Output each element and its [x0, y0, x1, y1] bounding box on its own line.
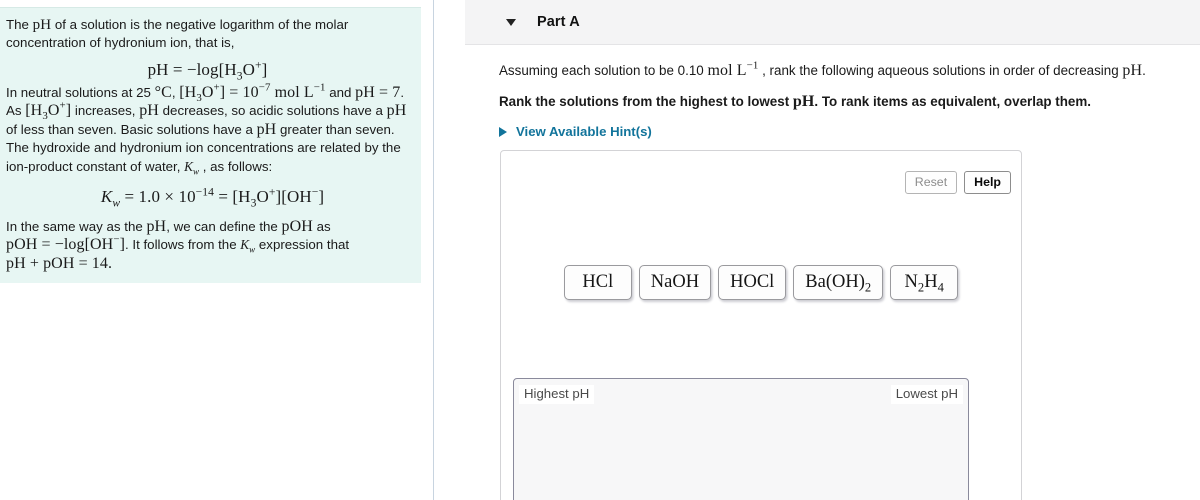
info-intro-text: The pH of a solution is the negative log… — [6, 17, 349, 50]
dropzone-highest-label: Highest pH — [519, 385, 595, 404]
draggable-tile[interactable]: HCl — [563, 265, 632, 300]
view-hints-label: View Available Hint(s) — [516, 124, 652, 139]
draggable-tile-bank: HCl NaOH HOCl Ba(OH)2 N2H4 — [501, 265, 1021, 300]
reference-panel: The pH of a solution is the negative log… — [0, 0, 433, 500]
part-header[interactable]: Part A — [465, 0, 1200, 45]
dropzone-lowest-label: Lowest pH — [890, 385, 963, 404]
ranking-dropzone[interactable]: Highest pH Lowest pH — [513, 378, 969, 500]
page-title: Part A — [537, 14, 580, 30]
equation-kw: Kw = 1.0 × 10−14 = [H3O+][OH−] — [100, 185, 325, 210]
info-box: The pH of a solution is the negative log… — [0, 7, 421, 283]
info-poh-text: In the same way as the pH, we can define… — [6, 217, 350, 272]
draggable-tile[interactable]: NaOH — [638, 265, 712, 300]
help-button[interactable]: Help — [964, 171, 1011, 194]
caret-down-icon[interactable] — [506, 18, 516, 26]
draggable-tile[interactable]: N2H4 — [890, 265, 959, 300]
caret-right-icon — [499, 126, 507, 137]
draggable-tile[interactable]: HOCl — [718, 265, 787, 300]
view-hints-link[interactable]: View Available Hint(s) — [499, 124, 652, 139]
reset-button[interactable]: Reset — [904, 171, 958, 194]
question-body: Assuming each solution to be 0.10 mol L−… — [499, 59, 1179, 139]
question-prompt: Assuming each solution to be 0.10 mol L−… — [499, 59, 1146, 79]
answer-toolbar: Reset Help — [904, 171, 1011, 194]
question-instruction: Rank the solutions from the highest to l… — [499, 93, 1092, 110]
page-root: The pH of a solution is the negative log… — [0, 0, 1200, 500]
equation-ph: pH = −log[H3O+] — [147, 58, 268, 83]
draggable-tile[interactable]: Ba(OH)2 — [793, 265, 884, 300]
info-neutral-text: In neutral solutions at 25 °C, [H3O+] = … — [6, 81, 407, 177]
question-panel: Part A Assuming each solution to be 0.10… — [434, 0, 1200, 500]
answer-box: Reset Help HCl NaOH HOCl Ba(OH)2 N2H4 Highes… — [500, 150, 1022, 500]
